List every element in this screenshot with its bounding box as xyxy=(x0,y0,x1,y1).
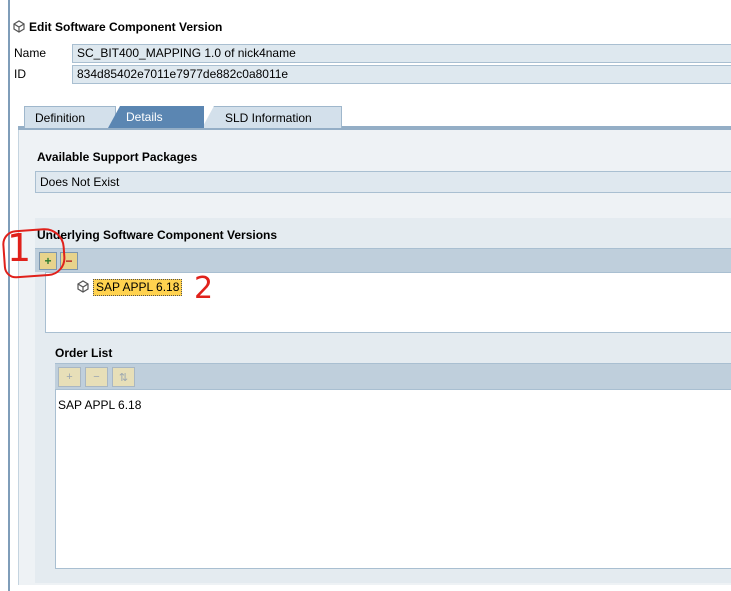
order-add-button[interactable]: + xyxy=(58,367,81,387)
name-field[interactable]: SC_BIT400_MAPPING 1.0 of nick4name xyxy=(72,43,731,63)
name-label: Name xyxy=(14,46,47,60)
list-item[interactable]: SAP APPL 6.18 xyxy=(76,279,183,296)
list-item-label: SAP APPL 6.18 xyxy=(93,279,183,296)
details-panel: Available Support Packages Does Not Exis… xyxy=(18,130,731,585)
order-remove-button[interactable]: − xyxy=(85,367,108,387)
annotation-number-2: 2 xyxy=(194,271,214,306)
remove-icon: − xyxy=(65,254,73,268)
component-icon xyxy=(12,19,26,36)
component-icon xyxy=(76,279,90,296)
underlying-title: Underlying Software Component Versions xyxy=(37,228,278,242)
order-list-toolbar: + − ⇅ xyxy=(55,363,731,389)
id-row: ID 834d85402e7011e7977de882c0a8011e xyxy=(12,64,731,84)
header: Edit Software Component Version xyxy=(12,18,222,36)
underlying-list: SAP APPL 6.18 xyxy=(45,272,731,333)
list-item[interactable]: SAP APPL 6.18 xyxy=(58,398,731,412)
tab-sld-information[interactable]: SLD Information xyxy=(202,106,342,128)
add-icon: + xyxy=(66,371,73,383)
support-packages-title: Available Support Packages xyxy=(37,150,198,164)
annotation-number-1: 1 xyxy=(7,226,32,270)
tab-details[interactable]: Details xyxy=(108,106,204,128)
order-reorder-button[interactable]: ⇅ xyxy=(112,367,135,387)
remove-icon: − xyxy=(93,371,100,383)
order-list: SAP APPL 6.18 xyxy=(55,389,731,569)
name-row: Name SC_BIT400_MAPPING 1.0 of nick4name xyxy=(12,43,731,63)
support-packages-value: Does Not Exist xyxy=(35,171,731,193)
underlying-toolbar: + − xyxy=(35,248,731,272)
editor-frame: Edit Software Component Version Name SC_… xyxy=(8,0,731,591)
page-title: Edit Software Component Version xyxy=(29,20,223,34)
reorder-icon: ⇅ xyxy=(118,371,129,384)
tab-strip: Definition SLD Information Details xyxy=(18,106,731,130)
id-label: ID xyxy=(14,67,26,81)
order-list-title: Order List xyxy=(55,346,113,360)
tab-definition[interactable]: Definition xyxy=(24,106,116,128)
id-field[interactable]: 834d85402e7011e7977de882c0a8011e xyxy=(72,64,731,84)
